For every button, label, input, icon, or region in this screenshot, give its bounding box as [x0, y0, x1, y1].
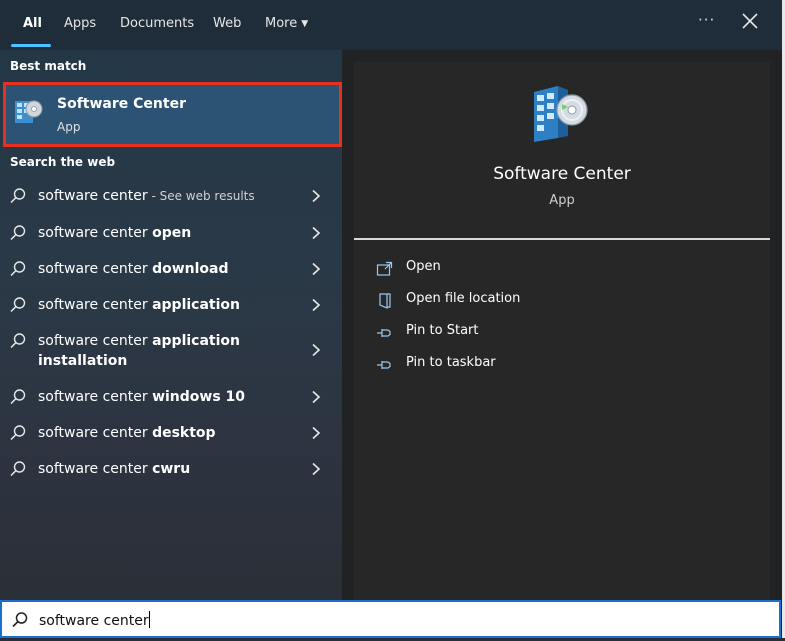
pin-to-taskbar-action[interactable]: Pin to taskbar — [376, 354, 756, 376]
tab-documents[interactable]: Documents — [120, 16, 194, 31]
best-match-subtitle: App — [57, 120, 81, 134]
file-location-icon — [379, 293, 391, 309]
suggestion-completion: cwru — [152, 461, 191, 477]
web-suggestion-item[interactable]: software center application — [0, 294, 342, 316]
filter-tab-bar: All Apps Documents Web More ▼ ··· — [0, 0, 782, 50]
open-file-location-label: Open file location — [406, 291, 521, 306]
preview-app-type: App — [549, 193, 575, 208]
suggestion-text: software center application — [38, 295, 288, 315]
suggestion-prefix: software center — [38, 225, 153, 241]
search-panel: All Apps Documents Web More ▼ ··· Best ma… — [0, 0, 782, 600]
chevron-right-icon — [312, 426, 321, 440]
suggestion-text: software center - See web results — [38, 186, 288, 206]
pin-icon — [377, 329, 391, 337]
suggestion-text: software center windows 10 — [38, 387, 288, 407]
preview-app-title: Software Center — [493, 164, 631, 184]
search-icon — [10, 389, 26, 405]
suggestion-text: software center cwru — [38, 459, 288, 479]
pin-to-taskbar-label: Pin to taskbar — [406, 355, 496, 370]
search-icon — [10, 225, 26, 241]
results-list: Best match Software Center App Search th… — [0, 50, 342, 600]
suggestion-prefix: software center — [38, 333, 153, 349]
preview-divider — [354, 238, 770, 240]
chevron-right-icon — [312, 343, 321, 357]
suggestion-text: software center open — [38, 223, 288, 243]
suggestion-prefix: software center — [38, 425, 153, 441]
web-suggestion-item[interactable]: software center - See web results — [0, 185, 342, 207]
suggestion-completion: desktop — [152, 425, 216, 441]
suggestion-completion: download — [152, 261, 229, 277]
chevron-right-icon — [312, 189, 321, 203]
pin-icon — [377, 361, 391, 369]
search-icon — [12, 612, 28, 628]
search-icon — [10, 333, 26, 349]
preview-pane: Software Center App Open Open file locat… — [354, 62, 770, 600]
open-action[interactable]: Open — [376, 258, 756, 280]
web-suggestion-item[interactable]: software center download — [0, 258, 342, 280]
open-label: Open — [406, 259, 441, 274]
search-icon — [10, 188, 26, 204]
web-suggestion-item[interactable]: software center windows 10 — [0, 386, 342, 408]
web-suggestion-item[interactable]: software center open — [0, 222, 342, 244]
suggestion-text: software center download — [38, 259, 288, 279]
more-options-button[interactable]: ··· — [698, 11, 715, 29]
search-icon — [10, 297, 26, 313]
suggestion-hint: - See web results — [147, 189, 255, 203]
tab-web[interactable]: Web — [213, 16, 241, 31]
chevron-right-icon — [312, 298, 321, 312]
open-icon — [376, 261, 393, 276]
pin-to-start-action[interactable]: Pin to Start — [376, 322, 756, 344]
web-suggestion-item[interactable]: software center cwru — [0, 458, 342, 480]
search-box[interactable]: software center — [0, 600, 781, 638]
best-match-title: Software Center — [57, 96, 186, 112]
search-query: software center — [39, 613, 149, 629]
open-file-location-action[interactable]: Open file location — [376, 290, 756, 312]
tab-apps[interactable]: Apps — [64, 16, 96, 31]
search-input[interactable]: software center — [39, 611, 150, 629]
search-icon — [10, 261, 26, 277]
search-web-heading: Search the web — [10, 155, 116, 169]
suggestion-prefix: software center — [38, 389, 153, 405]
web-suggestion-item[interactable]: software center desktop — [0, 422, 342, 444]
web-suggestion-item[interactable]: software center application installation — [0, 330, 342, 372]
suggestion-text: software center desktop — [38, 423, 288, 443]
close-icon[interactable] — [741, 11, 759, 31]
chevron-right-icon — [312, 390, 321, 404]
chevron-right-icon — [312, 462, 321, 476]
best-match-result[interactable]: Software Center App — [3, 82, 342, 147]
best-match-heading: Best match — [10, 59, 87, 73]
caret-down-icon: ▼ — [301, 19, 309, 29]
suggestion-text: software center application installation — [38, 331, 288, 371]
suggestion-prefix: software center — [38, 461, 153, 477]
chevron-right-icon — [312, 262, 321, 276]
pin-to-start-label: Pin to Start — [406, 323, 479, 338]
suggestion-completion: windows 10 — [152, 389, 246, 405]
software-center-app-icon-large — [534, 86, 588, 142]
suggestion-completion: open — [152, 225, 192, 241]
software-center-app-icon — [15, 100, 43, 123]
suggestion-prefix: software center — [38, 261, 153, 277]
suggestion-prefix: software center — [38, 297, 153, 313]
tab-more-label: More — [265, 16, 298, 31]
active-tab-indicator — [11, 44, 51, 47]
text-cursor — [148, 611, 150, 628]
tab-all[interactable]: All — [23, 16, 42, 31]
suggestion-prefix: software center — [38, 188, 148, 204]
tab-more[interactable]: More ▼ — [265, 16, 308, 31]
suggestion-completion: application — [152, 297, 240, 313]
search-icon — [10, 461, 26, 477]
search-icon — [10, 425, 26, 441]
chevron-right-icon — [312, 226, 321, 240]
